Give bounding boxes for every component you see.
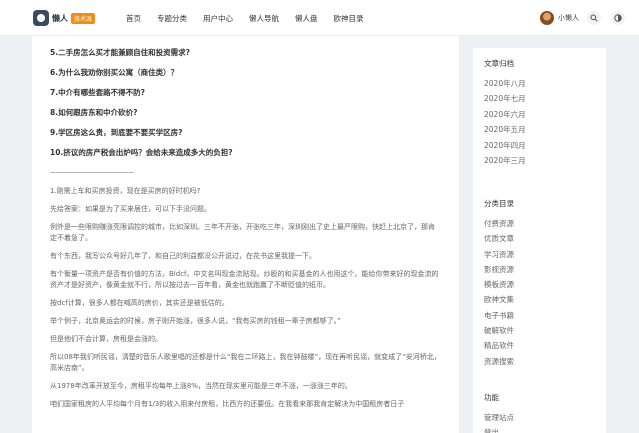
category-link[interactable]: 模板资源 — [484, 277, 595, 292]
search-icon[interactable] — [587, 11, 601, 25]
question-item: 5.二手房怎么买才能兼顾自住和投资需求? — [50, 48, 190, 57]
question-item: 7.中介有哪些套路不得不防? — [50, 88, 145, 97]
category-link[interactable]: 优质文章 — [484, 231, 595, 246]
archive-link[interactable]: 2020年八月 — [484, 76, 595, 91]
logo-name: 懒人 — [52, 13, 68, 23]
archive-link[interactable]: 2020年五月 — [484, 122, 595, 137]
nav-oushen-index[interactable]: 欧神目录 — [334, 13, 364, 24]
user-menu[interactable]: 小懒人 — [540, 11, 579, 25]
function-widget: 功能 管理站点 登出 — [473, 382, 606, 433]
function-link[interactable]: 管理站点 — [484, 410, 595, 425]
nav-lazy-disk[interactable]: 懒人盘 — [295, 13, 318, 24]
archive-link[interactable]: 2020年三月 — [484, 153, 595, 168]
category-link[interactable]: 欧神文集 — [484, 292, 595, 307]
nav-user-center[interactable]: 用户中心 — [203, 13, 233, 24]
theme-toggle-icon[interactable] — [611, 11, 625, 25]
logo-badge: 技术派 — [71, 12, 96, 24]
paragraph: 有个东西，我写公众号好几年了，和自己的利益都没公开说过，在花书这里我提一下。 — [50, 252, 316, 260]
logo-icon — [33, 10, 49, 26]
question-item: 8.如何跟房东和中介砍价? — [50, 108, 138, 117]
archive-link[interactable]: 2020年六月 — [484, 107, 595, 122]
function-title: 功能 — [484, 393, 499, 402]
article-content: 5.二手房怎么买才能兼顾自住和投资需求? 6.为什么我劝你别买公寓（商住类）？ … — [32, 36, 459, 433]
function-link[interactable]: 登出 — [484, 425, 595, 433]
paragraph: 咱们国家租房的人平均每个月有1/3的收入用来付房租，比西方的还要低。在我看来那我… — [50, 400, 405, 408]
paragraph: 所以08年我们听民谣，清楚的音乐人歌里唱的还都是什么“我在二环路上，我在钟鼓楼”… — [50, 353, 441, 372]
section-divider — [50, 172, 134, 173]
paragraph: 但是他们不会计算，房租是会涨的。 — [50, 335, 162, 343]
category-link[interactable]: 学习资源 — [484, 247, 595, 262]
paragraph: 举个例子，北京奥运会的时候，房子刚开始涨，很多人说，“我有买房的钱租一辈子房都够… — [50, 317, 341, 325]
archive-widget: 文章归档 2020年八月 2020年七月 2020年六月 2020年五月 202… — [473, 48, 606, 202]
category-link[interactable]: 精品软件 — [484, 338, 595, 353]
paragraph: 有个衡量一项资产是否有价值的方法，Bldcf。中文名叫现金流贴现。炒股的和买基金… — [50, 270, 439, 289]
top-navigation-bar: 懒人 技术派 首页 专题分类 用户中心 懒人导航 懒人盘 欧神目录 小懒人 — [0, 0, 639, 36]
category-link[interactable]: 电子书籍 — [484, 308, 595, 323]
user-name[interactable]: 小懒人 — [558, 13, 579, 23]
question-item: 6.为什么我劝你别买公寓（商住类）？ — [50, 68, 179, 77]
paragraph: 按dcf计算，很多人都在喊高的房价，其实还是被低估的。 — [50, 299, 229, 307]
category-link[interactable]: 资源搜索 — [484, 354, 595, 369]
archive-link[interactable]: 2020年七月 — [484, 91, 595, 106]
archive-link[interactable]: 2020年四月 — [484, 138, 595, 153]
archive-title: 文章归档 — [484, 59, 514, 68]
question-item: 10.挤议的房产税会出炉吗？会给未来造成多大的负担? — [50, 148, 233, 157]
paragraph: 从1978年改革开放至今，房租平均每年上涨8%，当然在现实里可能是三年不涨，一涨… — [50, 382, 352, 390]
nav-topics[interactable]: 专题分类 — [157, 13, 187, 24]
question-item: 9.学区房这么贵，到底要不要买学区房? — [50, 128, 183, 137]
paragraph: 先给答案：如果是为了买来居住，可以下手没问题。 — [50, 205, 211, 213]
category-link[interactable]: 影视资源 — [484, 262, 595, 277]
sidebar: 文章归档 2020年八月 2020年七月 2020年六月 2020年五月 202… — [473, 36, 606, 433]
paragraph: 1.刚需上车和买房投资，现在是买房的好时机吗? — [50, 187, 201, 195]
category-link[interactable]: 付费资源 — [484, 216, 595, 231]
category-link[interactable]: 破解软件 — [484, 323, 595, 338]
nav-lazy-navigation[interactable]: 懒人导航 — [249, 13, 279, 24]
category-widget: 分类目录 付费资源 优质文章 学习资源 影视资源 模板资源 欧神文集 电子书籍 … — [473, 188, 606, 412]
paragraph: 例外是一些限购赚涨亮限调控的城市，比如深圳。三年不开张，开张吃三年，深圳刚出了史… — [50, 223, 435, 242]
site-logo[interactable]: 懒人 技术派 — [33, 9, 96, 27]
main-nav: 首页 专题分类 用户中心 懒人导航 懒人盘 欧神目录 — [126, 0, 380, 36]
avatar[interactable] — [540, 11, 554, 25]
category-title: 分类目录 — [484, 199, 514, 208]
nav-home[interactable]: 首页 — [126, 13, 141, 24]
